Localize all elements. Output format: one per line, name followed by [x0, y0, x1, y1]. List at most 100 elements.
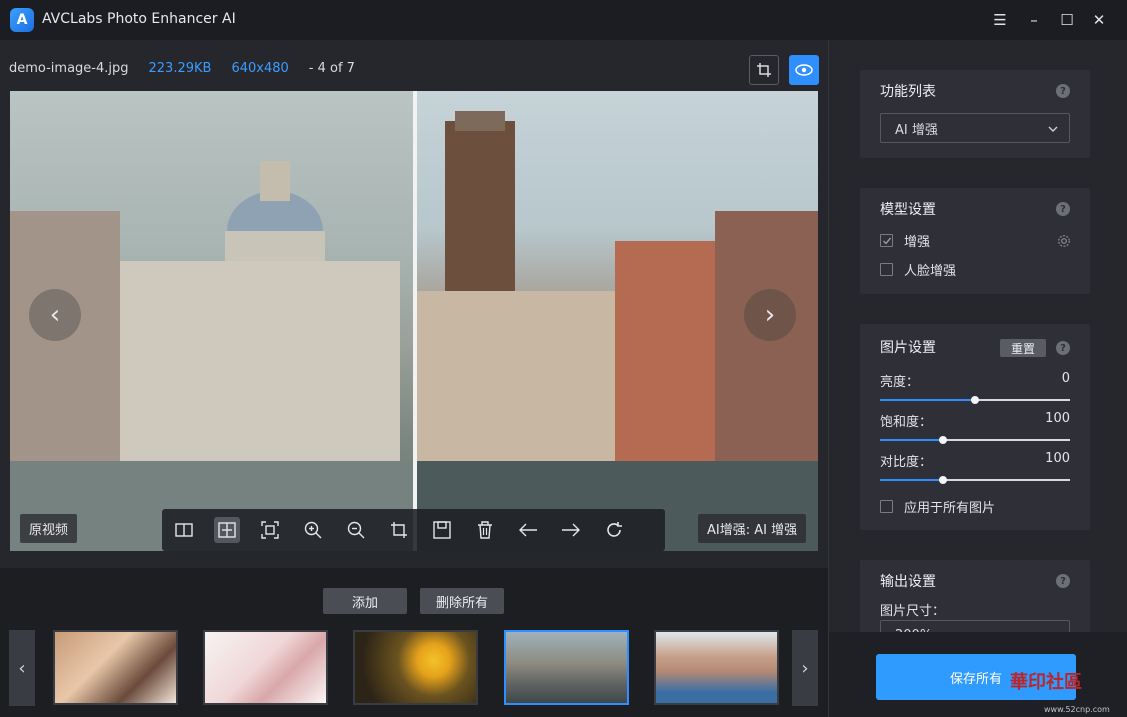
app-logo-icon: A: [10, 8, 34, 32]
refresh-icon: [606, 522, 622, 537]
zoom-in-button[interactable]: [291, 509, 334, 551]
original-label: 原视频: [20, 514, 78, 543]
file-info-bar: demo-image-4.jpg 223.29KB 640x480 - 4 of…: [9, 61, 355, 76]
zoom-in-icon: [304, 521, 321, 539]
apply-all-checkbox[interactable]: [880, 500, 893, 513]
delete-all-button[interactable]: 删除所有: [420, 588, 504, 614]
face-enhance-checkbox-row[interactable]: 人脸增强: [880, 260, 956, 279]
file-dimensions: 640x480: [231, 61, 289, 76]
close-button[interactable]: ✕: [1087, 8, 1111, 32]
help-icon[interactable]: ?: [1056, 84, 1070, 98]
brightness-slider-fill: [880, 399, 975, 401]
face-enhance-label: 人脸增强: [904, 264, 957, 279]
help-icon[interactable]: ?: [1056, 341, 1070, 355]
saturation-slider-fill: [880, 439, 943, 441]
face-enhance-checkbox[interactable]: [880, 263, 893, 276]
enhanced-label: AI增强: AI 增强: [698, 514, 807, 543]
add-button[interactable]: 添加: [323, 588, 407, 614]
split-view-button[interactable]: [162, 509, 205, 551]
apply-all-label: 应用于所有图片: [904, 501, 996, 516]
function-select[interactable]: AI 增强: [880, 113, 1070, 143]
contrast-slider[interactable]: [880, 476, 1070, 484]
image-settings-title: 图片设置: [880, 340, 936, 356]
chevron-down-icon: [1048, 126, 1058, 132]
thumbnail-anime-girl[interactable]: [203, 630, 328, 705]
saturation-slider-knob[interactable]: [938, 436, 947, 444]
brightness-slider[interactable]: [880, 396, 1070, 404]
function-list-card: 功能列表 ? AI 增强: [860, 70, 1090, 158]
thumbnail-group-friends[interactable]: [53, 630, 178, 705]
fit-screen-button[interactable]: [248, 509, 291, 551]
contrast-slider-knob[interactable]: [938, 476, 947, 484]
arrow-right-icon: [561, 523, 580, 537]
title-bar: A AVCLabs Photo Enhancer AI ☰ – ☐ ✕: [0, 0, 1127, 40]
prev-image-button[interactable]: ‹: [29, 289, 81, 341]
enhance-checkbox-row[interactable]: 增强: [880, 231, 930, 250]
compare-view-icon: [217, 522, 236, 538]
contrast-slider-fill: [880, 479, 943, 481]
crop-icon: [757, 63, 771, 77]
help-icon[interactable]: ?: [1056, 574, 1070, 588]
saturation-value: 100: [1045, 411, 1070, 426]
split-view-icon: [174, 523, 193, 537]
check-icon: [882, 237, 891, 245]
model-settings-title: 模型设置: [880, 202, 936, 218]
next-image-button[interactable]: ›: [744, 289, 796, 341]
eye-icon: [795, 64, 813, 76]
brightness-value: 0: [1061, 371, 1070, 386]
brightness-slider-knob[interactable]: [971, 396, 979, 404]
minimize-button[interactable]: –: [1022, 8, 1046, 32]
output-settings-card: 输出设置 ? 图片尺寸： 200%: [860, 560, 1090, 640]
gear-icon[interactable]: [1057, 234, 1071, 248]
apply-all-checkbox-row[interactable]: 应用于所有图片: [880, 497, 995, 516]
redo-button[interactable]: [549, 509, 592, 551]
preview-area: demo-image-4.jpg 223.29KB 640x480 - 4 of…: [0, 40, 828, 717]
function-list-title: 功能列表: [880, 84, 936, 100]
zoom-out-icon: [347, 521, 364, 539]
delete-image-button[interactable]: [463, 509, 506, 551]
undo-button[interactable]: [506, 509, 549, 551]
settings-panel: 功能列表 ? AI 增强 模型设置 ? 增强 人脸增强 图片设置 重置 ? 亮度…: [828, 40, 1127, 717]
image-settings-card: 图片设置 重置 ? 亮度： 0 饱和度： 100 对比度： 100 应用于所有图…: [860, 324, 1090, 530]
reset-view-button[interactable]: [592, 509, 635, 551]
enhance-label: 增强: [904, 235, 931, 250]
crop-button[interactable]: [377, 509, 420, 551]
menu-icon[interactable]: ☰: [988, 8, 1012, 32]
save-icon: [432, 521, 451, 539]
thumbnail-strip: 添加 删除所有 ‹ ›: [0, 568, 828, 717]
file-count: - 4 of 7: [308, 61, 355, 76]
reset-button[interactable]: 重置: [1000, 339, 1046, 357]
saturation-slider[interactable]: [880, 436, 1070, 444]
arrow-left-icon: [518, 523, 537, 537]
thumbs-prev-button[interactable]: ‹: [9, 630, 35, 706]
zoom-out-button[interactable]: [334, 509, 377, 551]
watermark-url: www.52cnp.com: [1044, 705, 1110, 714]
fit-screen-icon: [260, 521, 279, 539]
enhance-checkbox[interactable]: [880, 234, 893, 247]
contrast-label: 对比度：: [880, 455, 933, 470]
help-icon[interactable]: ?: [1056, 202, 1070, 216]
thumbnail-venice-canal[interactable]: [504, 630, 629, 705]
thumbnail-woman-peace-sign[interactable]: [654, 630, 779, 705]
crop-tool-button[interactable]: [749, 55, 779, 85]
save-image-button[interactable]: [420, 509, 463, 551]
image-preview[interactable]: ‹ › 原视频 AI增强: AI 增强: [10, 91, 818, 551]
maximize-button[interactable]: ☐: [1055, 8, 1079, 32]
compare-view-button[interactable]: [205, 509, 248, 551]
preview-toolbar: [162, 509, 665, 551]
saturation-label: 饱和度：: [880, 415, 933, 430]
thumbs-next-button[interactable]: ›: [792, 630, 818, 706]
thumbnail-sunflower[interactable]: [353, 630, 478, 705]
output-settings-title: 输出设置: [880, 574, 936, 590]
function-select-value: AI 增强: [895, 122, 938, 138]
image-size-label: 图片尺寸：: [880, 604, 946, 619]
preview-toggle-button[interactable]: [789, 55, 819, 85]
brightness-label: 亮度：: [880, 375, 920, 390]
contrast-value: 100: [1045, 451, 1070, 466]
model-settings-card: 模型设置 ? 增强 人脸增强: [860, 188, 1090, 294]
crop-icon: [390, 522, 407, 538]
compare-divider[interactable]: [413, 91, 417, 551]
delete-icon: [477, 521, 492, 539]
app-title: AVCLabs Photo Enhancer AI: [42, 11, 236, 27]
file-name: demo-image-4.jpg: [9, 61, 129, 76]
